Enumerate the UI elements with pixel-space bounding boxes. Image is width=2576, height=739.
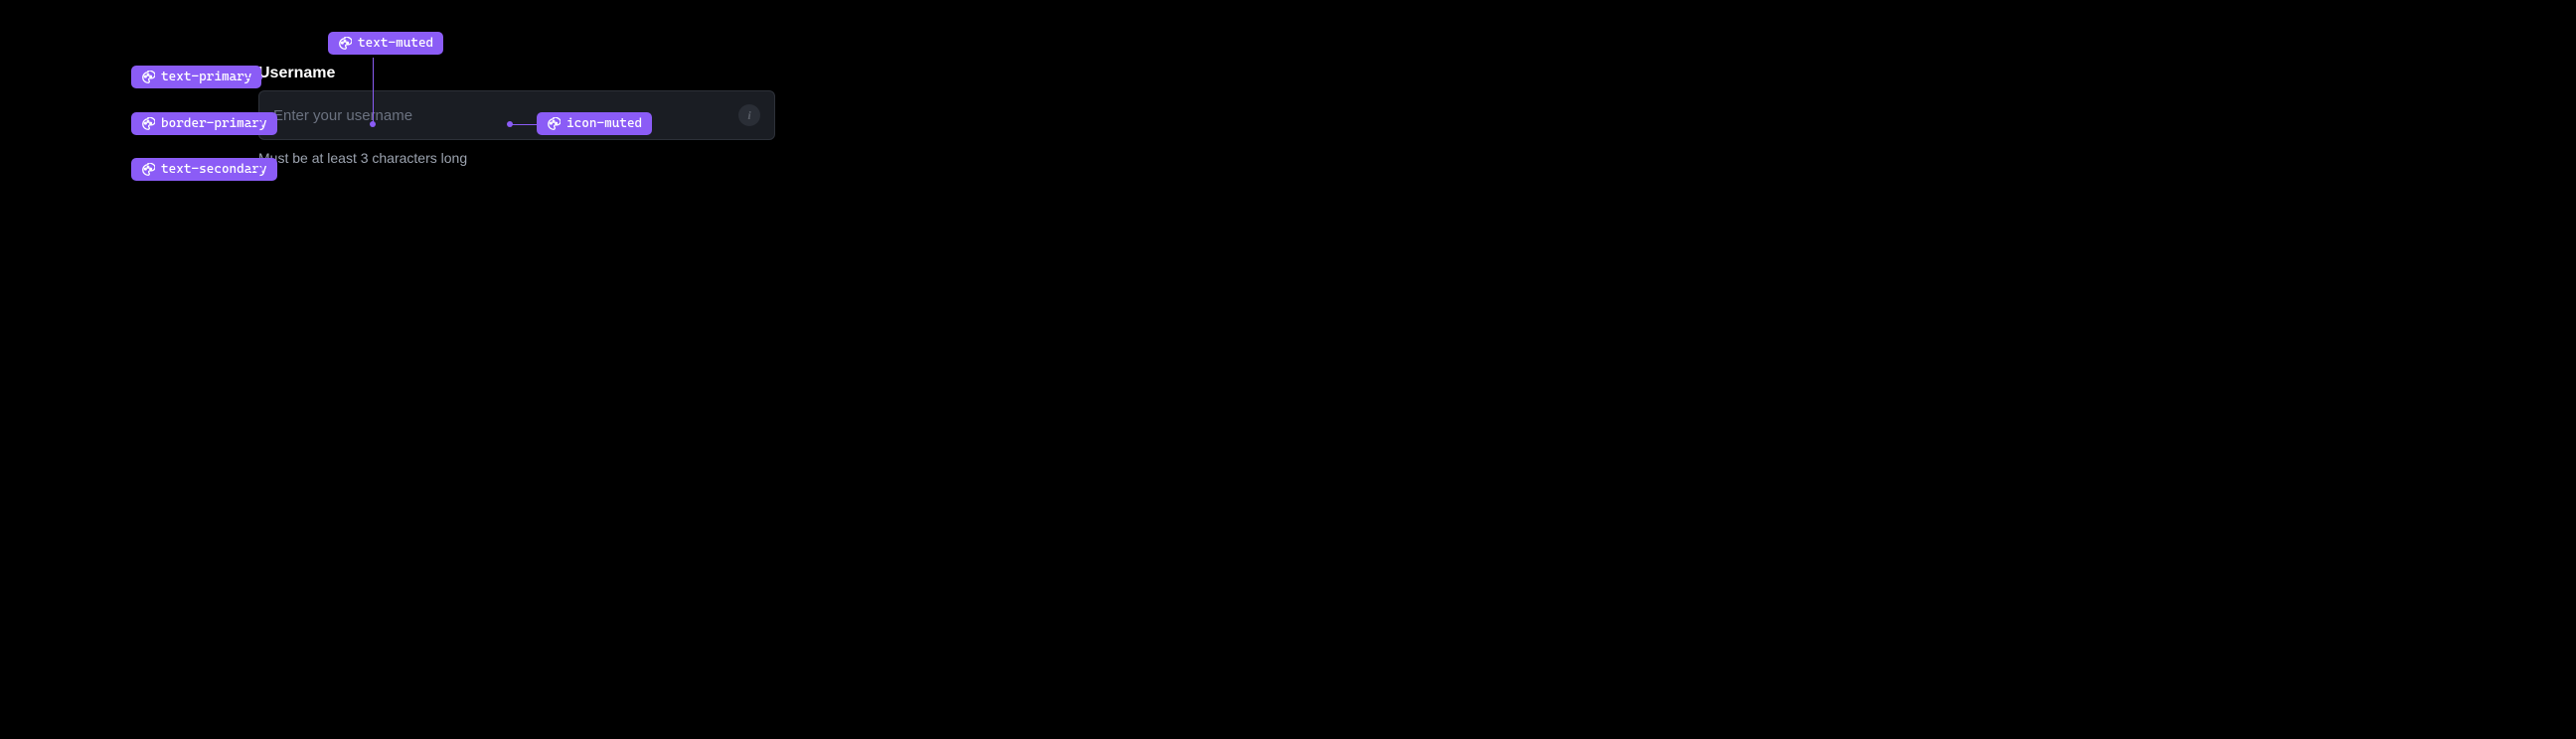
form-field-group: Username i Must be at least 3 characters… — [258, 65, 775, 166]
connector-dot — [370, 121, 376, 127]
annotation-label: text-primary — [161, 70, 251, 84]
connector-line — [373, 58, 374, 124]
palette-icon — [141, 163, 155, 177]
annotation-text-muted: text-muted — [328, 32, 443, 55]
field-label: Username — [258, 65, 775, 82]
info-button[interactable]: i — [738, 104, 760, 126]
annotation-label: text-muted — [358, 36, 433, 51]
connector-dot — [256, 121, 262, 127]
helper-text: Must be at least 3 characters long — [258, 150, 775, 166]
info-icon: i — [747, 108, 750, 123]
palette-icon — [547, 117, 561, 131]
connector-dot — [507, 121, 513, 127]
palette-icon — [338, 37, 352, 51]
input-wrapper: i — [258, 90, 775, 140]
connector-line — [509, 124, 537, 125]
username-input[interactable] — [273, 107, 738, 124]
annotation-label: icon-muted — [566, 116, 642, 131]
connector-dot — [256, 167, 262, 173]
palette-icon — [141, 71, 155, 84]
palette-icon — [141, 117, 155, 131]
connector-dot — [256, 74, 262, 80]
annotation-icon-muted: icon-muted — [537, 112, 652, 135]
